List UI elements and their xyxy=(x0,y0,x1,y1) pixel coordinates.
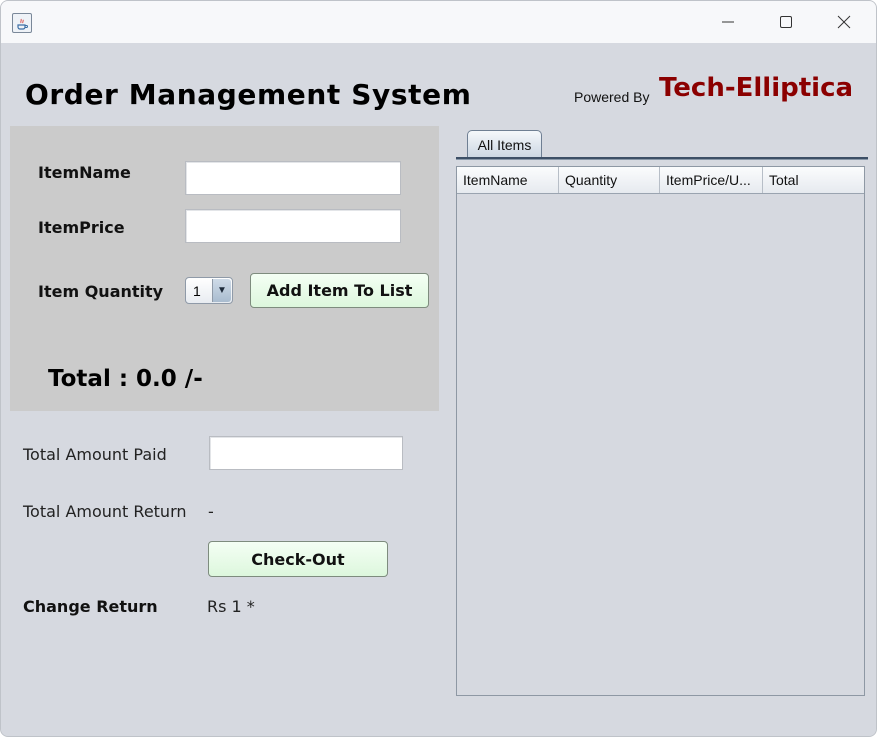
item-price-label: ItemPrice xyxy=(38,218,125,237)
item-name-input[interactable] xyxy=(185,161,401,195)
order-total: Total : 0.0 /- xyxy=(48,366,203,392)
page-title: Order Management System xyxy=(25,78,472,111)
java-icon[interactable] xyxy=(12,13,32,33)
column-header-quantity[interactable]: Quantity xyxy=(559,167,660,193)
maximize-button[interactable] xyxy=(757,1,815,43)
amount-return-label: Total Amount Return xyxy=(23,502,187,521)
maximize-icon xyxy=(780,16,792,28)
items-table[interactable]: ItemName Quantity ItemPrice/U... Total xyxy=(456,166,865,696)
amount-return-value: - xyxy=(208,502,214,521)
quantity-selected-value: 1 xyxy=(193,283,201,299)
table-header: ItemName Quantity ItemPrice/U... Total xyxy=(457,167,864,194)
close-button[interactable] xyxy=(815,1,873,43)
checkout-button[interactable]: Check-Out xyxy=(208,541,388,577)
quantity-select[interactable]: 1 ▼ xyxy=(185,277,233,304)
app-window: Order Management System Powered By Tech-… xyxy=(0,0,877,737)
title-bar xyxy=(1,1,876,43)
item-entry-panel: ItemName ItemPrice Item Quantity 1 ▼ Add… xyxy=(10,126,439,411)
amount-paid-input[interactable] xyxy=(209,436,403,470)
column-header-item-name[interactable]: ItemName xyxy=(457,167,559,193)
column-header-total[interactable]: Total xyxy=(763,167,864,193)
item-quantity-label: Item Quantity xyxy=(38,282,164,301)
chevron-down-icon[interactable]: ▼ xyxy=(212,279,231,302)
powered-by-label: Powered By xyxy=(574,89,650,105)
close-icon xyxy=(837,15,851,29)
tab-all-items[interactable]: All Items xyxy=(467,130,542,158)
add-item-button[interactable]: Add Item To List xyxy=(250,273,429,308)
minimize-icon xyxy=(722,21,734,23)
minimize-button[interactable] xyxy=(699,1,757,43)
column-header-item-price[interactable]: ItemPrice/U... xyxy=(660,167,763,193)
brand-name: Tech-Elliptica xyxy=(659,73,854,103)
change-return-label: Change Return xyxy=(23,597,158,616)
item-price-input[interactable] xyxy=(185,209,401,243)
amount-paid-label: Total Amount Paid xyxy=(23,445,167,464)
main-content: Order Management System Powered By Tech-… xyxy=(1,43,876,736)
tab-divider xyxy=(456,157,868,160)
item-name-label: ItemName xyxy=(38,163,131,182)
change-return-value: Rs 1 * xyxy=(207,597,255,616)
